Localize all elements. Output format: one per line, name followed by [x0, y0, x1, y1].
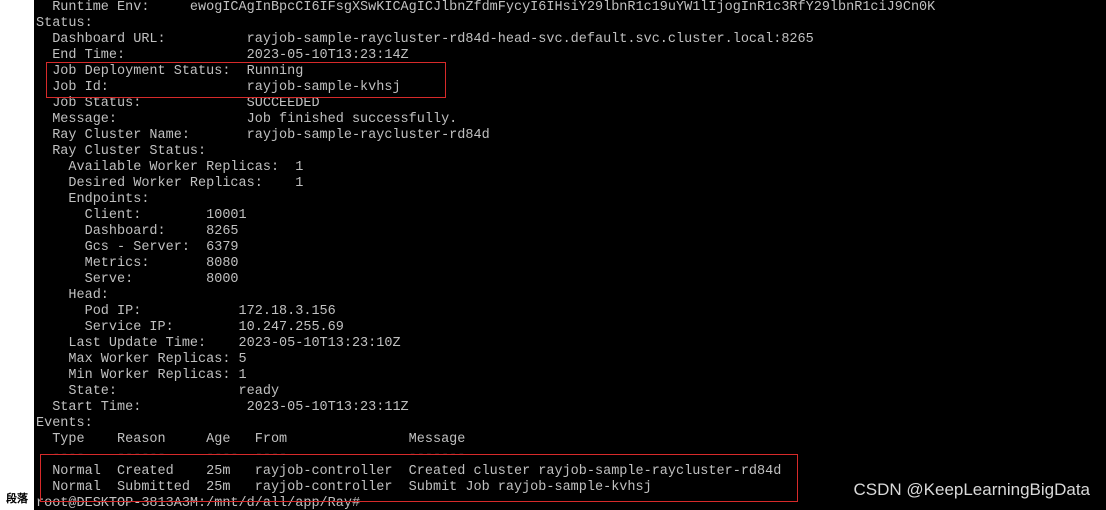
terminal-line: Ray Cluster Status: — [36, 144, 207, 159]
terminal-line: Available Worker Replicas: 1 — [36, 160, 304, 175]
terminal-line: Max Worker Replicas: 5 — [36, 352, 247, 367]
terminal-line: Job Status: SUCCEEDED — [36, 96, 320, 111]
highlight-box-job-status — [46, 62, 446, 98]
terminal-window[interactable]: Runtime Env: ewogICAgInBpcCI6IFsgXSwKICA… — [0, 0, 1106, 510]
watermark-text: CSDN @KeepLearningBigData — [853, 480, 1091, 499]
left-margin-strip — [0, 0, 34, 510]
terminal-line: Message: Job finished successfully. — [36, 112, 458, 127]
terminal-line: Desired Worker Replicas: 1 — [36, 176, 304, 191]
terminal-line: Service IP: 10.247.255.69 — [36, 320, 344, 335]
terminal-line: Client: 10001 — [36, 208, 247, 223]
highlight-box-events — [40, 454, 798, 502]
terminal-line: Dashboard URL: rayjob-sample-raycluster-… — [36, 32, 814, 47]
terminal-line: Pod IP: 172.18.3.156 — [36, 304, 336, 319]
terminal-line: Ray Cluster Name: rayjob-sample-rayclust… — [36, 128, 490, 143]
terminal-line: Head: — [36, 288, 109, 303]
terminal-line: Gcs - Server: 6379 — [36, 240, 239, 255]
ime-status-label: 段落 — [0, 490, 34, 508]
terminal-line: Type Reason Age From Message — [36, 432, 466, 447]
terminal-line: Events: — [36, 416, 93, 431]
terminal-line: State: ready — [36, 384, 280, 399]
terminal-line: Min Worker Replicas: 1 — [36, 368, 247, 383]
terminal-line: Last Update Time: 2023-05-10T13:23:10Z — [36, 336, 401, 351]
terminal-line: Dashboard: 8265 — [36, 224, 239, 239]
terminal-line: Runtime Env: ewogICAgInBpcCI6IFsgXSwKICA… — [36, 0, 936, 15]
terminal-line: Serve: 8000 — [36, 272, 239, 287]
terminal-line: Metrics: 8080 — [36, 256, 239, 271]
terminal-line: Status: — [36, 16, 93, 31]
terminal-line: Start Time: 2023-05-10T13:23:11Z — [36, 400, 409, 415]
terminal-line: Endpoints: — [36, 192, 150, 207]
